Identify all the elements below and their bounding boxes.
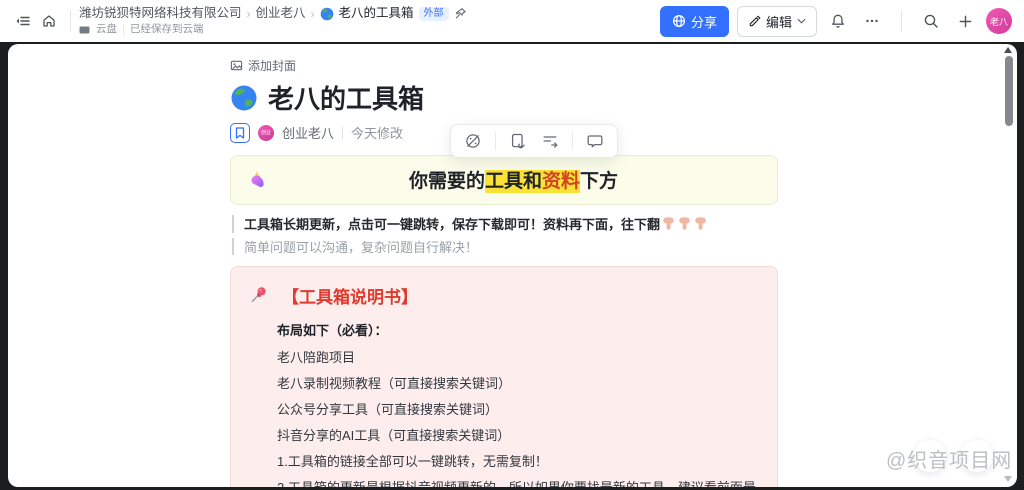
manual-heading: 【工具箱说明书】 <box>282 287 418 307</box>
point-down-emoji <box>677 216 692 231</box>
banner-suffix: 下方 <box>580 171 619 192</box>
status-divider <box>123 24 124 35</box>
document-body: 添加封面 老八的工具箱 创业 创业老八 今天修改 你需要的工具和资料下方 工具箱… <box>230 44 778 487</box>
more-icon <box>864 13 880 29</box>
edit-label: 编辑 <box>765 14 792 30</box>
comment-icon <box>586 132 604 150</box>
comment-button[interactable] <box>585 131 605 151</box>
block-hover-toolbar <box>450 124 618 158</box>
search-button[interactable] <box>918 8 944 34</box>
breadcrumb: 潍坊锐狈特网络科技有限公司 › 创业老八 › 老八的工具箱 外部 云盘 已经保存… <box>79 6 467 36</box>
bell-icon <box>830 13 846 29</box>
theme-color-button[interactable] <box>463 131 483 151</box>
pushpin-emoji <box>249 285 269 305</box>
add-cover-label: 添加封面 <box>248 58 297 73</box>
drive-icon <box>79 25 90 35</box>
more-button[interactable] <box>859 8 885 34</box>
scroll-down-arrow[interactable] <box>1004 476 1012 482</box>
banner-prefix: 你需要的 <box>408 171 485 192</box>
manual-line: 抖音分享的AI工具（可直接搜索关键词） <box>277 427 511 443</box>
manual-line: 1.工具箱的链接全部可以一键跳转，无需复制！ <box>277 453 548 469</box>
breadcrumb-company[interactable]: 潍坊锐狈特网络科技有限公司 <box>79 6 242 21</box>
quote1-text: 工具箱长期更新，点击可一键跳转，保存下载即可！资料再下面，往下翻 <box>244 217 661 232</box>
manual-line: 老八录制视频教程（可直接搜索关键词） <box>277 375 512 391</box>
notifications-button[interactable] <box>825 8 851 34</box>
image-icon <box>230 59 243 72</box>
palette-icon <box>464 132 482 150</box>
breadcrumb-separator: › <box>246 6 251 21</box>
home-icon <box>41 13 57 29</box>
modified-label: 今天修改 <box>351 126 404 141</box>
point-down-emoji <box>693 216 708 231</box>
catalog-button[interactable] <box>540 131 560 151</box>
doc-attach-icon <box>509 132 527 150</box>
home-button[interactable] <box>36 8 62 34</box>
user-avatar[interactable]: 老八 <box>986 8 1012 34</box>
save-status: 已经保存到云端 <box>130 23 204 36</box>
copy-link-block-button[interactable] <box>508 131 528 151</box>
banner-highlight-red: 资料 <box>542 170 581 193</box>
breadcrumb-separator: › <box>310 6 315 21</box>
quote2-text: 简单问题可以沟通，复杂问题自行解决！ <box>244 239 479 255</box>
toolbar-divider <box>572 132 573 150</box>
scroll-up-arrow[interactable] <box>1004 47 1012 53</box>
watermark: @织音项目网 <box>886 450 1013 472</box>
chevron-down-icon <box>797 18 806 24</box>
plus-icon <box>958 14 973 29</box>
sidebar-collapse-icon <box>15 13 31 29</box>
drive-label[interactable]: 云盘 <box>96 23 117 36</box>
quote-block-update[interactable]: 工具箱长期更新，点击可一键跳转，保存下载即可！资料再下面，往下翻 <box>232 214 778 233</box>
bookmark-icon <box>235 126 245 139</box>
manual-line: 公众号分享工具（可直接搜索关键词） <box>277 401 499 417</box>
banner-highlight: 工具和 <box>484 170 542 193</box>
breadcrumb-current-doc[interactable]: 老八的工具箱 <box>339 6 414 21</box>
banner-callout[interactable]: 你需要的工具和资料下方 <box>230 154 778 205</box>
globe-emoji <box>230 84 258 112</box>
manual-callout[interactable]: 【工具箱说明书】 布局如下（必看）： 老八陪跑项目 老八录制视频教程（可直接搜索… <box>230 265 778 488</box>
manual-line: 2.工具箱的更新是根据抖音视频更新的，所以如果你要找最新的工具，建议看前面最近更… <box>277 479 756 488</box>
add-cover-button[interactable]: 添加封面 <box>230 57 296 73</box>
banner-text: 你需要的工具和资料下方 <box>268 166 759 193</box>
page-title[interactable]: 老八的工具箱 <box>268 79 424 116</box>
point-down-emoji <box>661 216 676 231</box>
share-label: 分享 <box>690 14 717 30</box>
author-divider <box>342 126 344 139</box>
bookmark-button[interactable] <box>230 122 250 143</box>
doc-title-row: 老八的工具箱 <box>230 81 778 115</box>
author-avatar[interactable]: 创业 <box>258 124 274 141</box>
list-arrow-icon <box>541 132 559 150</box>
pencil-icon <box>748 15 761 28</box>
sidebar-toggle-button[interactable] <box>10 8 36 34</box>
external-badge: 外部 <box>418 6 449 21</box>
doc-globe-icon <box>320 7 334 21</box>
scrollbar-thumb[interactable] <box>1005 56 1013 126</box>
breadcrumb-space[interactable]: 创业老八 <box>256 6 306 21</box>
manual-heading-row: 【工具箱说明书】 <box>249 283 757 308</box>
toolbar-divider <box>495 132 496 150</box>
manual-line: 老八陪跑项目 <box>277 349 356 365</box>
quote-block-note[interactable]: 简单问题可以沟通，复杂问题自行解决！ <box>232 237 778 255</box>
top-header: 潍坊锐狈特网络科技有限公司 › 创业老八 › 老八的工具箱 外部 云盘 已经保存… <box>0 0 1024 42</box>
pin-icon[interactable] <box>454 7 467 20</box>
author-name[interactable]: 创业老八 <box>282 123 334 142</box>
share-globe-icon <box>672 14 686 28</box>
manual-intro: 布局如下（必看）： <box>277 322 388 338</box>
unicorn-emoji <box>249 170 268 189</box>
header-actions: 分享 编辑 老八 <box>659 5 1012 37</box>
scrollbar[interactable] <box>1002 44 1014 487</box>
create-new-button[interactable] <box>952 8 978 34</box>
document-panel: 添加封面 老八的工具箱 创业 创业老八 今天修改 你需要的工具和资料下方 工具箱… <box>8 44 1017 487</box>
share-button[interactable]: 分享 <box>659 5 729 37</box>
search-icon <box>923 13 939 29</box>
edit-button[interactable]: 编辑 <box>736 5 817 37</box>
header-divider <box>70 10 71 32</box>
header-divider <box>901 10 902 32</box>
